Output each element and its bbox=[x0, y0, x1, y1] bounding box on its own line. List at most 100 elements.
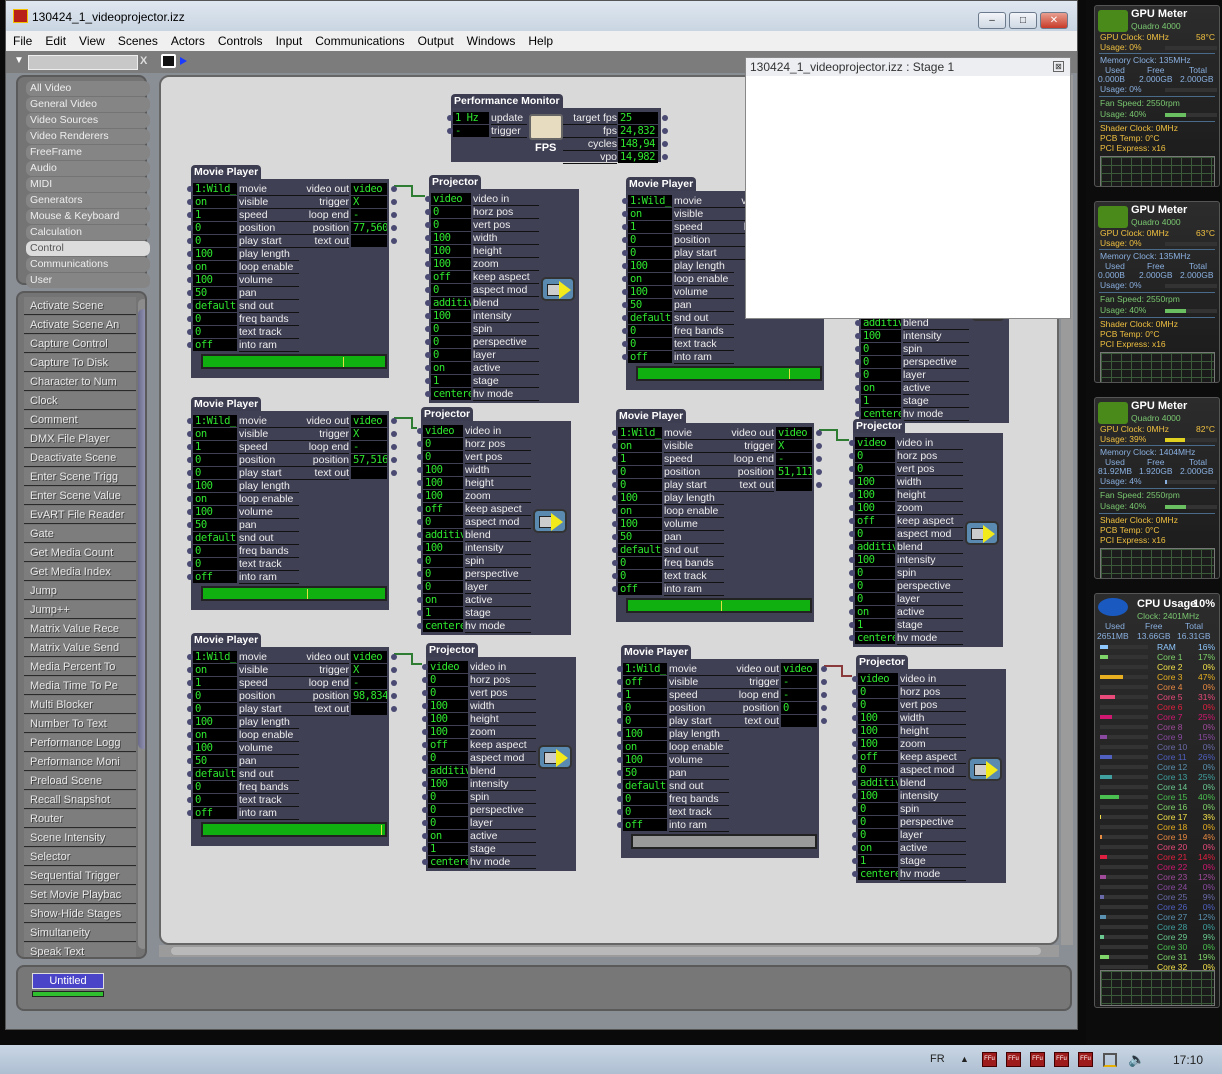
input-value[interactable]: on bbox=[628, 273, 672, 285]
input-value[interactable]: 0 bbox=[431, 336, 471, 348]
input-value[interactable]: 1:Wild_ bbox=[618, 427, 662, 439]
actor-item[interactable]: Capture Control bbox=[24, 335, 136, 353]
tray-app-icon[interactable]: FFu bbox=[1030, 1052, 1045, 1067]
category-video-renderers[interactable]: Video Renderers bbox=[26, 129, 150, 144]
actor-item[interactable]: Get Media Index bbox=[24, 563, 136, 581]
input-value[interactable]: 1:Wild_ bbox=[193, 415, 237, 427]
volume-icon[interactable]: 🔈 bbox=[1128, 1051, 1145, 1068]
actor-item[interactable]: Activate Scene bbox=[24, 297, 136, 315]
output-port[interactable] bbox=[391, 457, 397, 463]
network-warning-icon[interactable] bbox=[1103, 1053, 1117, 1067]
input-value[interactable]: 100 bbox=[855, 489, 895, 501]
input-value[interactable]: 100 bbox=[193, 480, 237, 492]
input-value[interactable]: 0 bbox=[193, 703, 237, 715]
input-value[interactable]: 1 bbox=[431, 375, 471, 387]
input-value[interactable]: on bbox=[193, 196, 237, 208]
input-value[interactable]: centere bbox=[428, 856, 468, 868]
input-value[interactable]: 1:Wild_ bbox=[628, 195, 672, 207]
actor-item[interactable]: Sequential Trigger bbox=[24, 867, 136, 885]
input-value[interactable]: 0 bbox=[858, 686, 898, 698]
node-title[interactable]: Projector bbox=[426, 643, 479, 657]
menu-edit[interactable]: Edit bbox=[38, 31, 72, 48]
collapse-triangle-icon[interactable]: ▼ bbox=[14, 55, 24, 66]
video-connection[interactable] bbox=[824, 665, 852, 677]
input-value[interactable]: video bbox=[423, 425, 463, 437]
input-value[interactable]: 100 bbox=[855, 502, 895, 514]
stage-close-button[interactable]: ⊠ bbox=[1053, 61, 1064, 72]
input-value[interactable]: 0 bbox=[193, 781, 237, 793]
input-value[interactable]: 50 bbox=[618, 531, 662, 543]
input-value[interactable]: 0 bbox=[193, 326, 237, 338]
input-value[interactable]: 0 bbox=[423, 438, 463, 450]
input-value[interactable]: on bbox=[193, 493, 237, 505]
output-port[interactable] bbox=[391, 654, 397, 660]
actor-item[interactable]: Deactivate Scene bbox=[24, 449, 136, 467]
input-value[interactable]: 100 bbox=[193, 742, 237, 754]
input-value[interactable]: 0 bbox=[628, 338, 672, 350]
input-value[interactable]: 1:Wild_ bbox=[623, 663, 667, 675]
input-value[interactable]: off bbox=[618, 583, 662, 595]
input-value[interactable]: 100 bbox=[858, 725, 898, 737]
input-value[interactable]: on bbox=[855, 606, 895, 618]
output-port[interactable] bbox=[662, 128, 668, 134]
input-value[interactable]: off bbox=[193, 339, 237, 351]
input-value[interactable]: 1:Wild_ bbox=[193, 183, 237, 195]
actor-item[interactable]: Set Movie Playbac bbox=[24, 886, 136, 904]
category-audio[interactable]: Audio bbox=[26, 161, 150, 176]
input-value[interactable]: 0 bbox=[855, 450, 895, 462]
input-value[interactable]: additive bbox=[428, 765, 468, 777]
actor-item[interactable]: Comment bbox=[24, 411, 136, 429]
input-value[interactable]: 1 bbox=[193, 677, 237, 689]
input-value[interactable]: 0 bbox=[428, 791, 468, 803]
input-value[interactable]: centere bbox=[858, 868, 898, 880]
input-value[interactable]: 0 bbox=[855, 593, 895, 605]
video-connection[interactable] bbox=[394, 417, 417, 429]
input-value[interactable]: off bbox=[628, 351, 672, 363]
actor-item[interactable]: Performance Logg bbox=[24, 734, 136, 752]
actor-item[interactable]: Get Media Count bbox=[24, 544, 136, 562]
menu-output[interactable]: Output bbox=[411, 31, 460, 48]
output-port[interactable] bbox=[391, 238, 397, 244]
input-value[interactable]: 0 bbox=[858, 803, 898, 815]
input-value[interactable]: off bbox=[858, 751, 898, 763]
tray-app-icon[interactable]: FFu bbox=[982, 1052, 997, 1067]
input-value[interactable]: 1:Wild_ bbox=[193, 651, 237, 663]
actor-item[interactable]: Multi Blocker bbox=[24, 696, 136, 714]
input-value[interactable]: 50 bbox=[623, 767, 667, 779]
actor-item[interactable]: Capture To Disk bbox=[24, 354, 136, 372]
node-title[interactable]: Movie Player bbox=[191, 633, 262, 647]
output-port[interactable] bbox=[816, 469, 822, 475]
menu-file[interactable]: File bbox=[6, 31, 38, 48]
actor-item[interactable]: Number To Text bbox=[24, 715, 136, 733]
input-value[interactable]: 0 bbox=[623, 715, 667, 727]
category-control[interactable]: Control bbox=[26, 241, 150, 256]
input-value[interactable]: default bbox=[193, 768, 237, 780]
category-general-video[interactable]: General Video bbox=[26, 97, 150, 112]
input-value[interactable]: 100 bbox=[423, 490, 463, 502]
input-value[interactable]: 100 bbox=[623, 728, 667, 740]
actor-item[interactable]: Show-Hide Stages bbox=[24, 905, 136, 923]
input-value[interactable]: 0 bbox=[618, 479, 662, 491]
category-calculation[interactable]: Calculation bbox=[26, 225, 150, 240]
output-port[interactable] bbox=[816, 456, 822, 462]
input-value[interactable]: off bbox=[193, 807, 237, 819]
output-port[interactable] bbox=[821, 718, 827, 724]
scrollbar-thumb[interactable] bbox=[138, 309, 145, 749]
input-value[interactable]: 0 bbox=[428, 804, 468, 816]
input-value[interactable]: 0 bbox=[855, 463, 895, 475]
input-value[interactable]: 0 bbox=[431, 219, 471, 231]
actor-item[interactable]: Performance Moni bbox=[24, 753, 136, 771]
input-value[interactable]: - bbox=[453, 125, 489, 137]
input-value[interactable]: 100 bbox=[858, 712, 898, 724]
input-value[interactable]: centere bbox=[855, 632, 895, 644]
input-value[interactable]: on bbox=[428, 830, 468, 842]
input-value[interactable]: 1 bbox=[193, 441, 237, 453]
node-title[interactable]: Projector bbox=[429, 175, 482, 189]
output-port[interactable] bbox=[391, 706, 397, 712]
actor-item[interactable]: Preload Scene bbox=[24, 772, 136, 790]
input-value[interactable]: on bbox=[628, 208, 672, 220]
input-value[interactable]: 0 bbox=[861, 369, 901, 381]
stage-window[interactable]: 130424_1_videoprojector.izz : Stage 1 ⊠ bbox=[745, 57, 1071, 319]
actor-list-scrollbar[interactable] bbox=[138, 299, 145, 949]
menu-help[interactable]: Help bbox=[521, 31, 559, 48]
